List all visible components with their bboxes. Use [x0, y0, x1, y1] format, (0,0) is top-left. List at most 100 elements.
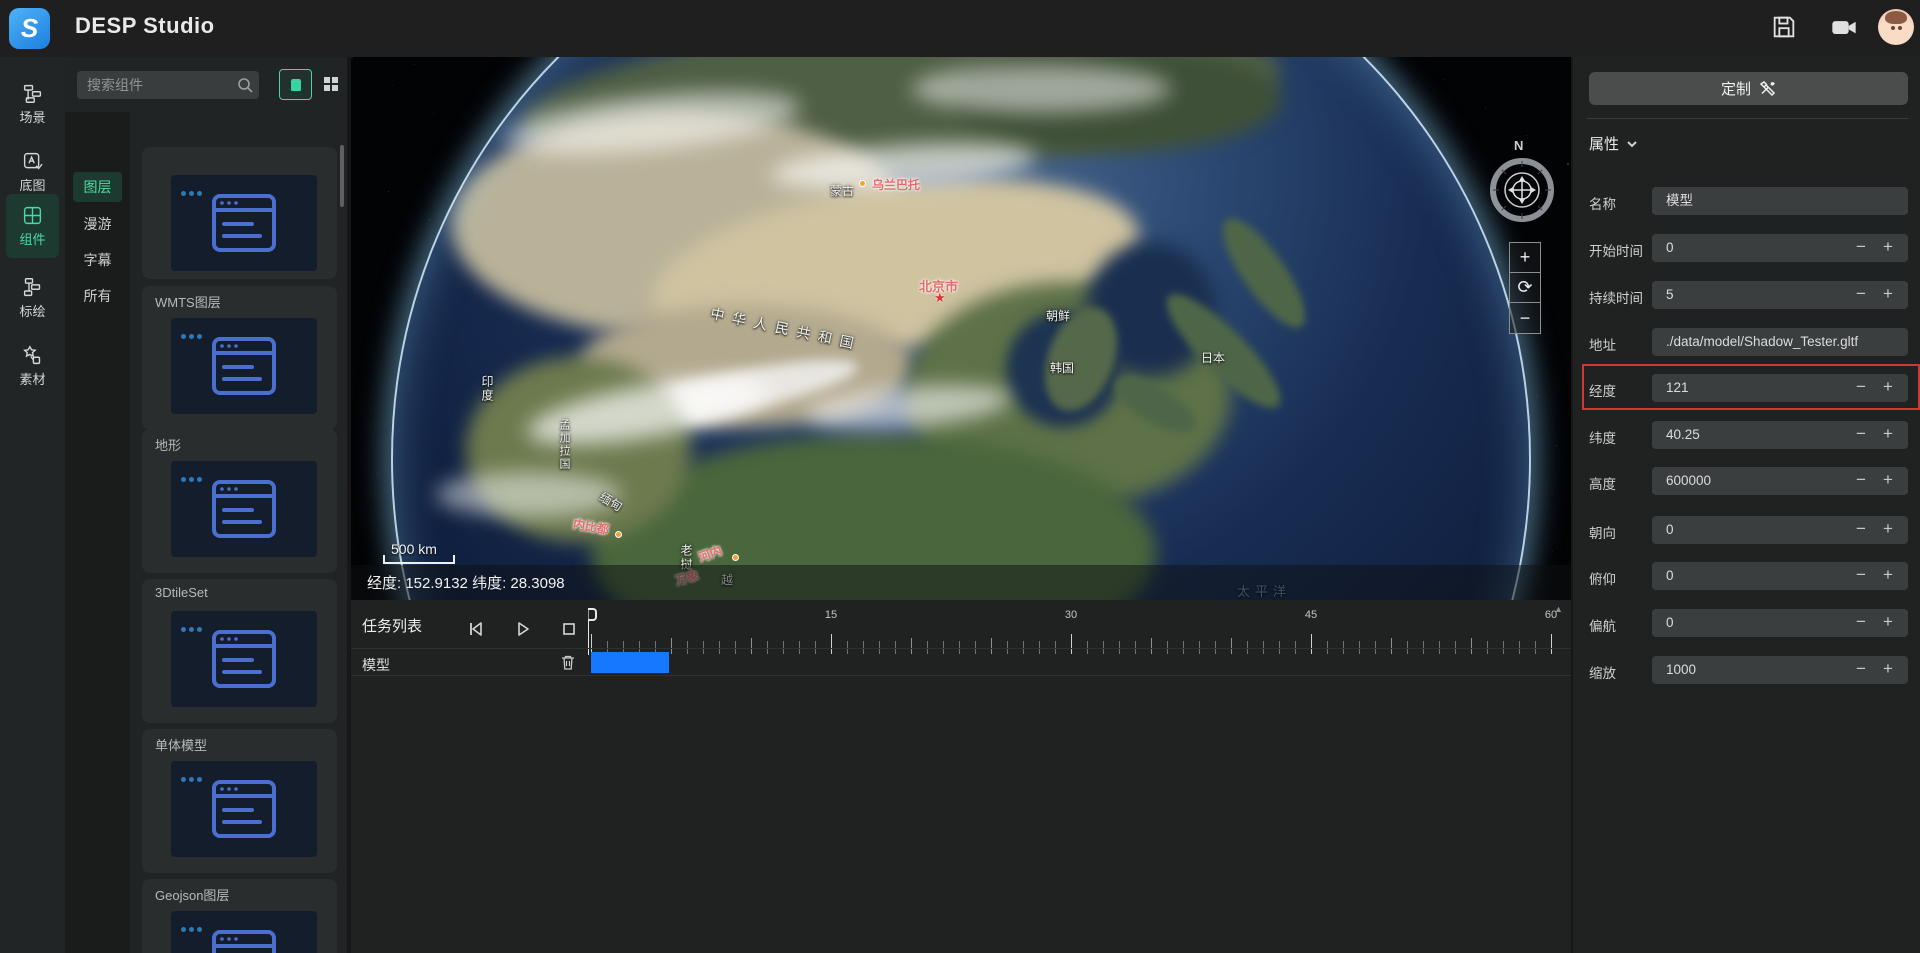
tab-all[interactable]: 所有 [73, 281, 122, 311]
flow-blocks-icon [22, 277, 43, 298]
decrement-button[interactable]: − [1856, 656, 1866, 684]
zoom-out-button[interactable]: − [1510, 303, 1540, 333]
increment-button[interactable]: + [1883, 609, 1893, 637]
customize-label: 定制 [1721, 78, 1751, 99]
field-row-heading: 朝向 0 − + [1573, 516, 1920, 544]
card-preview [171, 611, 317, 707]
compass-icon[interactable] [1490, 158, 1554, 222]
tab-subtitle[interactable]: 字幕 [73, 245, 122, 275]
window-icon [212, 780, 276, 838]
field-label: 朝向 [1589, 522, 1616, 542]
customize-button[interactable]: 定制 [1589, 72, 1908, 105]
decrement-button[interactable]: − [1856, 467, 1866, 495]
map-label-country: 韩国 [1050, 359, 1074, 376]
height-input[interactable]: 600000 [1652, 467, 1908, 495]
decrement-button[interactable]: − [1856, 234, 1866, 262]
save-icon[interactable] [1770, 13, 1798, 41]
map-label-country: 日本 [1201, 349, 1225, 366]
decrement-button[interactable]: − [1856, 516, 1866, 544]
map-label-city: 乌兰巴托 [872, 176, 920, 193]
field-label: 纬度 [1589, 427, 1616, 447]
field-label: 持续时间 [1589, 287, 1643, 307]
delete-task-icon[interactable] [560, 654, 576, 671]
sidebar-item-components[interactable]: 组件 [6, 194, 59, 258]
card-preview [171, 318, 317, 414]
sidebar-item-material[interactable]: 素材 [6, 337, 59, 395]
field-row-scale: 缩放 1000 − + [1573, 656, 1920, 684]
decrement-button[interactable]: − [1856, 374, 1866, 402]
sidebar-item-label: 底图 [19, 175, 45, 194]
city-dot [732, 554, 739, 561]
field-row-address: 地址 ./data/model/Shadow_Tester.gltf [1573, 328, 1920, 356]
card-title: Geojson图层 [155, 885, 229, 904]
task-row[interactable]: 模型 [351, 648, 1571, 676]
increment-button[interactable]: + [1883, 234, 1893, 262]
component-card[interactable]: Geojson图层 [142, 879, 337, 953]
sidebar-item-basemap[interactable]: 底图 [6, 143, 59, 201]
start-time-input[interactable]: 0 [1652, 234, 1908, 262]
grid-component-icon [22, 205, 43, 226]
component-card[interactable]: 3DtileSet [142, 579, 337, 723]
sidebar-item-plot[interactable]: 标绘 [6, 269, 59, 327]
coordinate-strip: 经度: 152.9132 纬度: 28.3098 [351, 565, 1571, 600]
address-input[interactable]: ./data/model/Shadow_Tester.gltf [1652, 328, 1908, 356]
zoom-in-button[interactable]: + [1510, 243, 1540, 273]
properties-section-header[interactable]: 属性 [1589, 133, 1638, 154]
increment-button[interactable]: + [1883, 656, 1893, 684]
tab-layers[interactable]: 图层 [73, 172, 122, 202]
increment-button[interactable]: + [1883, 281, 1893, 309]
name-input[interactable]: 模型 [1652, 187, 1908, 215]
increment-button[interactable]: + [1883, 374, 1893, 402]
heading-input[interactable]: 0 [1652, 516, 1908, 544]
reset-view-button[interactable]: ⟳ [1510, 273, 1540, 303]
map-zoom-controls: + ⟳ − [1509, 242, 1541, 334]
card-preview [171, 761, 317, 857]
globe-viewport[interactable]: 蒙古 乌兰巴托 北京市 ★ 中华人民共和国 朝鲜 韩国 日本 印度 孟加拉国 缅… [351, 57, 1571, 600]
sidebar-item-scene[interactable]: 场景 [6, 75, 59, 133]
latitude-input[interactable]: 40.25 [1652, 421, 1908, 449]
map-label-country: 孟加拉国 [556, 419, 572, 471]
globe [351, 57, 1571, 600]
task-duration-bar[interactable] [591, 652, 669, 673]
window-icon [212, 930, 276, 953]
field-label: 地址 [1589, 334, 1616, 354]
increment-button[interactable]: + [1883, 516, 1893, 544]
field-label: 开始时间 [1589, 240, 1643, 260]
decrement-button[interactable]: − [1856, 609, 1866, 637]
ruler-label: 30 [1065, 609, 1077, 621]
longitude-input[interactable]: 121 [1652, 374, 1908, 402]
user-avatar[interactable] [1878, 9, 1914, 45]
video-camera-icon[interactable] [1830, 13, 1858, 41]
decrement-button[interactable]: − [1856, 562, 1866, 590]
tile-dots-icon [181, 769, 211, 775]
scale-input[interactable]: 1000 [1652, 656, 1908, 684]
decrement-button[interactable]: − [1856, 421, 1866, 449]
component-card[interactable] [142, 147, 337, 279]
timeline-scroll-up-arrow[interactable]: ▲ [1554, 604, 1563, 614]
duration-input[interactable]: 5 [1652, 281, 1908, 309]
page: S DESP Studio 场景 底图 组件 标绘 [0, 0, 1920, 953]
component-card[interactable]: 地形 [142, 429, 337, 573]
sidebar-item-label: 标绘 [19, 301, 45, 320]
tile-dots-icon [181, 619, 211, 625]
increment-button[interactable]: + [1883, 467, 1893, 495]
card-list-scrollbar[interactable] [340, 145, 344, 207]
playhead-handle[interactable] [588, 608, 597, 621]
search-input[interactable] [77, 71, 259, 99]
map-label-country: 蒙古 [830, 182, 854, 199]
component-card[interactable]: WMTS图层 [142, 286, 337, 430]
app-logo-icon[interactable]: S [9, 8, 50, 49]
divider [1587, 118, 1908, 119]
card-view-button[interactable] [279, 69, 312, 100]
increment-button[interactable]: + [1883, 421, 1893, 449]
component-card[interactable]: 单体模型 [142, 729, 337, 873]
decrement-button[interactable]: − [1856, 281, 1866, 309]
grid-view-button[interactable] [319, 72, 343, 96]
search-icon [237, 77, 253, 93]
yaw-input[interactable]: 0 [1652, 609, 1908, 637]
tab-roam[interactable]: 漫游 [73, 209, 122, 239]
grid-icon [323, 76, 339, 92]
pitch-input[interactable]: 0 [1652, 562, 1908, 590]
tile-dots-icon [181, 919, 211, 925]
increment-button[interactable]: + [1883, 562, 1893, 590]
